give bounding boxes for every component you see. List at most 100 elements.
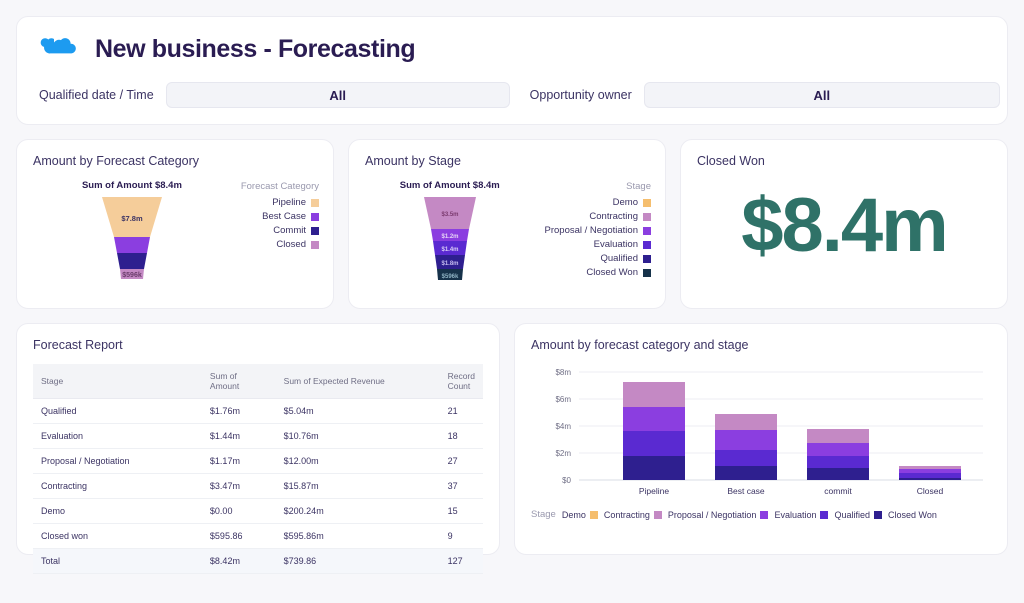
- table-cell: $739.86: [276, 549, 440, 574]
- stacked-bar-chart: $8m $6m $4m $2m $0: [515, 352, 1007, 507]
- legend-item[interactable]: Commit: [273, 225, 319, 236]
- legend-item[interactable]: Best Case: [262, 211, 319, 222]
- legend-item[interactable]: Closed: [276, 239, 319, 250]
- card-title: Amount by forecast category and stage: [515, 324, 1007, 352]
- svg-text:Closed: Closed: [917, 486, 944, 496]
- legend-label: Closed Won: [586, 267, 638, 278]
- legend-item[interactable]: Proposal / Negotiation: [668, 510, 769, 520]
- table-cell: Proposal / Negotiation: [33, 449, 202, 474]
- legend-item[interactable]: Demo: [613, 197, 651, 208]
- table-cell: Evaluation: [33, 424, 202, 449]
- table-row[interactable]: Evaluation$1.44m$10.76m18: [33, 424, 483, 449]
- table-cell: $3.47m: [202, 474, 276, 499]
- filter-bar: Qualified date / Time All Opportunity ow…: [39, 82, 985, 108]
- funnel-shape: $3.5m $1.2m $1.4m $1.8m $596k: [410, 195, 490, 283]
- salesforce-cloud-icon: [39, 36, 79, 64]
- legend-title: Stage: [626, 181, 651, 192]
- svg-text:commit: commit: [824, 486, 852, 496]
- legend-label: Qualified: [601, 253, 639, 264]
- table-row[interactable]: Total$8.42m$739.86127: [33, 549, 483, 574]
- filter-qualified-date-select[interactable]: All: [166, 82, 510, 108]
- legend-swatch-icon: [643, 213, 651, 221]
- forecast-report-table: Stage Sum of Amount Sum of Expected Reve…: [33, 364, 483, 574]
- bar-chart-svg: $8m $6m $4m $2m $0: [531, 362, 983, 502]
- legend-item[interactable]: Contracting: [604, 510, 662, 520]
- table-cell: Contracting: [33, 474, 202, 499]
- table-row[interactable]: Closed won$595.86$595.86m9: [33, 524, 483, 549]
- table-cell: $0.00: [202, 499, 276, 524]
- legend-label: Evaluation: [594, 239, 638, 250]
- table-cell: $595.86m: [276, 524, 440, 549]
- card-title: Amount by Forecast Category: [17, 140, 333, 168]
- y-axis-labels: $8m $6m $4m $2m $0: [555, 368, 571, 485]
- legend-label: Contracting: [604, 510, 650, 520]
- table-cell: 18: [440, 424, 483, 449]
- column-header-stage[interactable]: Stage: [33, 364, 202, 399]
- legend-swatch-icon: [643, 241, 651, 249]
- legend-swatch-icon: [311, 213, 319, 221]
- funnel-total-label: Sum of Amount $8.4m: [400, 180, 500, 191]
- table-cell: $10.76m: [276, 424, 440, 449]
- column-header-expected-revenue[interactable]: Sum of Expected Revenue: [276, 364, 440, 399]
- legend-title: Stage: [531, 509, 556, 520]
- svg-text:Best case: Best case: [727, 486, 765, 496]
- dashboard-header: New business - Forecasting Qualified dat…: [16, 16, 1008, 125]
- table-cell: $595.86: [202, 524, 276, 549]
- legend-label: Commit: [273, 225, 306, 236]
- funnel-total-label: Sum of Amount $8.4m: [82, 180, 182, 191]
- legend-swatch-icon: [311, 227, 319, 235]
- kpi-row: Amount by Forecast Category Sum of Amoun…: [16, 139, 1008, 309]
- legend-item[interactable]: Contracting: [589, 211, 651, 222]
- legend-label: Pipeline: [272, 197, 306, 208]
- legend-item[interactable]: Demo: [562, 510, 598, 520]
- legend-item[interactable]: Closed Won: [586, 267, 651, 278]
- amount-by-forecast-category-card: Amount by Forecast Category Sum of Amoun…: [16, 139, 334, 309]
- bar-closed: [899, 466, 961, 480]
- svg-text:$596k: $596k: [122, 272, 142, 279]
- legend-item[interactable]: Closed Won: [888, 510, 937, 520]
- funnel-chart-forecast-category: Sum of Amount $8.4m $7.8m $596k Forecast…: [17, 168, 333, 283]
- legend-item[interactable]: Evaluation: [774, 510, 828, 520]
- legend-item[interactable]: Pipeline: [272, 197, 319, 208]
- svg-text:$7.8m: $7.8m: [121, 214, 143, 223]
- legend-label: Evaluation: [774, 510, 816, 520]
- column-header-record-count[interactable]: Record Count: [440, 364, 483, 399]
- table-cell: $12.00m: [276, 449, 440, 474]
- legend-item[interactable]: Evaluation: [594, 239, 651, 250]
- amount-by-category-stage-card: Amount by forecast category and stage $8…: [514, 323, 1008, 555]
- legend-label: Demo: [562, 510, 586, 520]
- closed-won-card: Closed Won $8.4m: [680, 139, 1008, 309]
- legend-swatch-icon: [643, 255, 651, 263]
- table-row[interactable]: Contracting$3.47m$15.87m37: [33, 474, 483, 499]
- x-axis-labels: Pipeline Best case commit Closed: [639, 486, 944, 496]
- filter-opportunity-owner-select[interactable]: All: [644, 82, 1000, 108]
- filter-label: Qualified date / Time: [39, 88, 154, 102]
- svg-text:$0: $0: [562, 476, 571, 485]
- legend-swatch-icon: [874, 511, 882, 519]
- legend-item[interactable]: Qualified: [601, 253, 652, 264]
- legend-swatch-icon: [654, 511, 662, 519]
- bar-chart-legend: Stage Demo Contracting Proposal / Negoti…: [515, 507, 1007, 520]
- bar-best-case: [715, 414, 777, 480]
- detail-row: Forecast Report Stage Sum of Amount Sum …: [16, 323, 1008, 555]
- legend-swatch-icon: [643, 227, 651, 235]
- legend-label: Closed: [276, 239, 306, 250]
- legend-item[interactable]: Qualified: [834, 510, 882, 520]
- table-cell: Qualified: [33, 399, 202, 424]
- table-row[interactable]: Demo$0.00$200.24m15: [33, 499, 483, 524]
- svg-text:$6m: $6m: [555, 395, 571, 404]
- bar-pipeline: [623, 382, 685, 480]
- legend-label: Contracting: [589, 211, 638, 222]
- table-cell: Demo: [33, 499, 202, 524]
- svg-text:$596k: $596k: [441, 274, 458, 280]
- column-header-sum-amount[interactable]: Sum of Amount: [202, 364, 276, 399]
- table-cell: $1.17m: [202, 449, 276, 474]
- table-row[interactable]: Qualified$1.76m$5.04m21: [33, 399, 483, 424]
- closed-won-value: $8.4m: [681, 182, 1007, 269]
- card-title: Amount by Stage: [349, 140, 665, 168]
- legend-item[interactable]: Proposal / Negotiation: [545, 225, 651, 236]
- table-cell: Closed won: [33, 524, 202, 549]
- legend-label: Qualified: [834, 510, 870, 520]
- table-cell: 127: [440, 549, 483, 574]
- table-row[interactable]: Proposal / Negotiation$1.17m$12.00m27: [33, 449, 483, 474]
